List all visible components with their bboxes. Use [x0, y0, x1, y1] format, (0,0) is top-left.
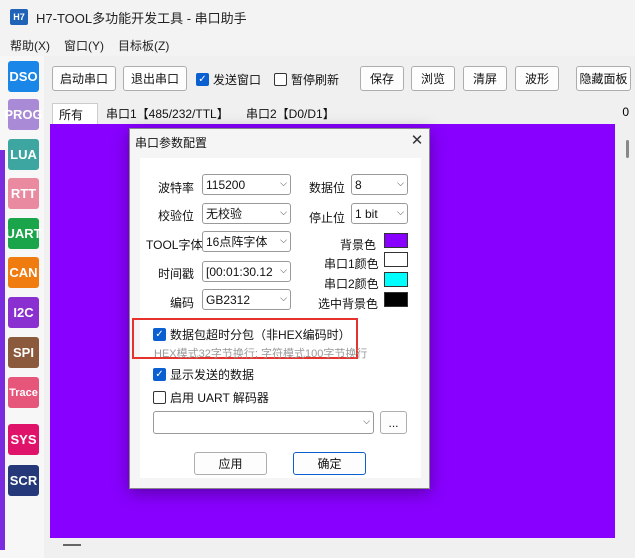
- port2-color-swatch[interactable]: [384, 272, 408, 287]
- timestamp-value: [00:01:30.12: [206, 264, 273, 279]
- parity-value: 无校验: [206, 207, 243, 221]
- port2-color-label: 串口2颜色: [324, 277, 379, 291]
- port-tabs: 所有 串口1【485/232/TTL】 串口2【D0/D1】 0: [44, 100, 635, 124]
- baud-value: 115200: [206, 177, 246, 192]
- font-select[interactable]: 16点阵字体 ⌵: [202, 231, 291, 252]
- serial-config-dialog: 串口参数配置 ✕ 波特率 115200 ⌵ 数据位 8 ⌵ 校验位 无校验 ⌵ …: [129, 128, 430, 489]
- sidebar-button-scr[interactable]: SCR: [8, 465, 39, 496]
- send-window-label: 发送窗口: [213, 73, 262, 87]
- tab-counter: 0: [622, 105, 629, 119]
- check-icon: ✓: [153, 368, 166, 381]
- stopbits-value: 1 bit: [355, 206, 378, 221]
- window-title: H7-TOOL多功能开发工具 - 串口助手: [36, 10, 247, 26]
- sidebar-accent-strip: [0, 150, 5, 550]
- vertical-scrollbar[interactable]: [620, 124, 635, 538]
- unchecked-box-icon: [153, 391, 166, 404]
- show-sent-checkbox[interactable]: ✓ 显示发送的数据: [153, 366, 254, 383]
- dialog-title: 串口参数配置: [135, 136, 208, 150]
- sidebar-button-sys[interactable]: SYS: [8, 424, 39, 455]
- close-icon[interactable]: ✕: [408, 131, 426, 149]
- font-label: TOOL字体: [146, 238, 203, 252]
- bg-color-swatch[interactable]: [384, 233, 408, 248]
- decoder-browse-button[interactable]: ...: [380, 411, 407, 434]
- chevron-down-icon: ⌵: [280, 293, 287, 303]
- save-button[interactable]: 保存: [360, 66, 404, 91]
- sidebar-button-i2c[interactable]: I2C: [8, 297, 39, 328]
- sidebar-button-prog[interactable]: PROG: [4, 99, 43, 130]
- waveform-button[interactable]: 波形: [515, 66, 559, 91]
- unchecked-box-icon: [274, 73, 287, 86]
- sidebar-button-trace[interactable]: Trace: [8, 377, 39, 408]
- start-port-button[interactable]: 启动串口: [52, 66, 116, 91]
- chevron-down-icon: ⌵: [397, 178, 404, 188]
- uart-decoder-label: 启用 UART 解码器: [170, 391, 269, 405]
- chevron-down-icon: ⌵: [280, 207, 287, 217]
- font-value: 16点阵字体: [206, 235, 268, 249]
- sidebar-button-rtt[interactable]: RTT: [8, 178, 39, 209]
- databits-value: 8: [355, 177, 362, 192]
- toolbar: 启动串口 退出串口 ✓ 发送窗口 暂停刷新 保存 浏览 清屏 波形 隐藏面板: [44, 56, 635, 100]
- parity-select[interactable]: 无校验 ⌵: [202, 203, 291, 224]
- title-bar: H7 H7-TOOL多功能开发工具 - 串口助手: [0, 0, 635, 34]
- menu-window[interactable]: 窗口(Y): [64, 37, 104, 54]
- chevron-down-icon: ⌵: [280, 178, 287, 188]
- tab-port2[interactable]: 串口2【D0/D1】: [240, 103, 341, 124]
- apply-button[interactable]: 应用: [194, 452, 267, 475]
- sidebar-button-uart[interactable]: UART: [5, 218, 42, 249]
- horizontal-scroll-thumb[interactable]: [63, 544, 81, 546]
- send-window-checkbox[interactable]: ✓ 发送窗口: [196, 71, 261, 88]
- port1-color-swatch[interactable]: [384, 252, 408, 267]
- encoding-label: 编码: [170, 296, 195, 310]
- tab-port1[interactable]: 串口1【485/232/TTL】: [100, 103, 235, 124]
- selected-bg-color-swatch[interactable]: [384, 292, 408, 307]
- menu-bar: 帮助(X) 窗口(Y) 目标板(Z): [0, 34, 635, 56]
- menu-target-board[interactable]: 目标板(Z): [118, 37, 169, 54]
- timestamp-select[interactable]: [00:01:30.12 ⌵: [202, 261, 291, 282]
- ok-button[interactable]: 确定: [293, 452, 366, 475]
- parity-label: 校验位: [158, 209, 195, 223]
- pause-refresh-checkbox[interactable]: 暂停刷新: [274, 71, 339, 88]
- stopbits-label: 停止位: [309, 211, 346, 225]
- app-logo-icon: H7: [10, 9, 28, 25]
- baud-select[interactable]: 115200 ⌵: [202, 174, 291, 195]
- menu-help[interactable]: 帮助(X): [10, 37, 50, 54]
- chevron-down-icon: ⌵: [280, 235, 287, 245]
- sidebar-button-spi[interactable]: SPI: [8, 337, 39, 368]
- sidebar-button-dso[interactable]: DSO: [8, 61, 39, 92]
- databits-label: 数据位: [309, 181, 346, 195]
- bg-color-label: 背景色: [340, 238, 377, 252]
- dialog-body: 波特率 115200 ⌵ 数据位 8 ⌵ 校验位 无校验 ⌵ 停止位 1 bit…: [132, 158, 421, 478]
- timestamp-label: 时间戳: [158, 267, 195, 281]
- chevron-down-icon: ⌵: [280, 265, 287, 275]
- selected-bg-color-label: 选中背景色: [318, 297, 379, 311]
- horizontal-scrollbar[interactable]: [44, 538, 620, 558]
- split-packet-checkbox[interactable]: ✓ 数据包超时分包（非HEX编码时）: [153, 326, 351, 343]
- decoder-select[interactable]: ⌵: [153, 411, 374, 434]
- split-packet-label: 数据包超时分包（非HEX编码时）: [170, 328, 351, 342]
- split-hint-text: HEX模式32字节换行; 字符模式100字节换行: [154, 348, 368, 360]
- hide-panel-button[interactable]: 隐藏面板: [576, 66, 631, 91]
- stopbits-select[interactable]: 1 bit ⌵: [351, 203, 408, 224]
- sidebar-button-lua[interactable]: LUA: [8, 139, 39, 170]
- port1-color-label: 串口1颜色: [324, 257, 379, 271]
- sidebar-button-can[interactable]: CAN: [8, 257, 39, 288]
- check-icon: ✓: [153, 328, 166, 341]
- vertical-scroll-thumb[interactable]: [626, 140, 629, 158]
- tab-all[interactable]: 所有: [52, 103, 98, 124]
- chevron-down-icon: ⌵: [397, 207, 404, 217]
- baud-label: 波特率: [158, 181, 195, 195]
- uart-decoder-checkbox[interactable]: 启用 UART 解码器: [153, 389, 269, 406]
- exit-port-button[interactable]: 退出串口: [123, 66, 187, 91]
- databits-select[interactable]: 8 ⌵: [351, 174, 408, 195]
- encoding-value: GB2312: [206, 292, 251, 307]
- clear-screen-button[interactable]: 清屏: [463, 66, 507, 91]
- encoding-select[interactable]: GB2312 ⌵: [202, 289, 291, 310]
- browse-button[interactable]: 浏览: [411, 66, 455, 91]
- chevron-down-icon: ⌵: [363, 416, 370, 426]
- pause-refresh-label: 暂停刷新: [291, 73, 340, 87]
- check-icon: ✓: [196, 73, 209, 86]
- show-sent-label: 显示发送的数据: [170, 368, 255, 382]
